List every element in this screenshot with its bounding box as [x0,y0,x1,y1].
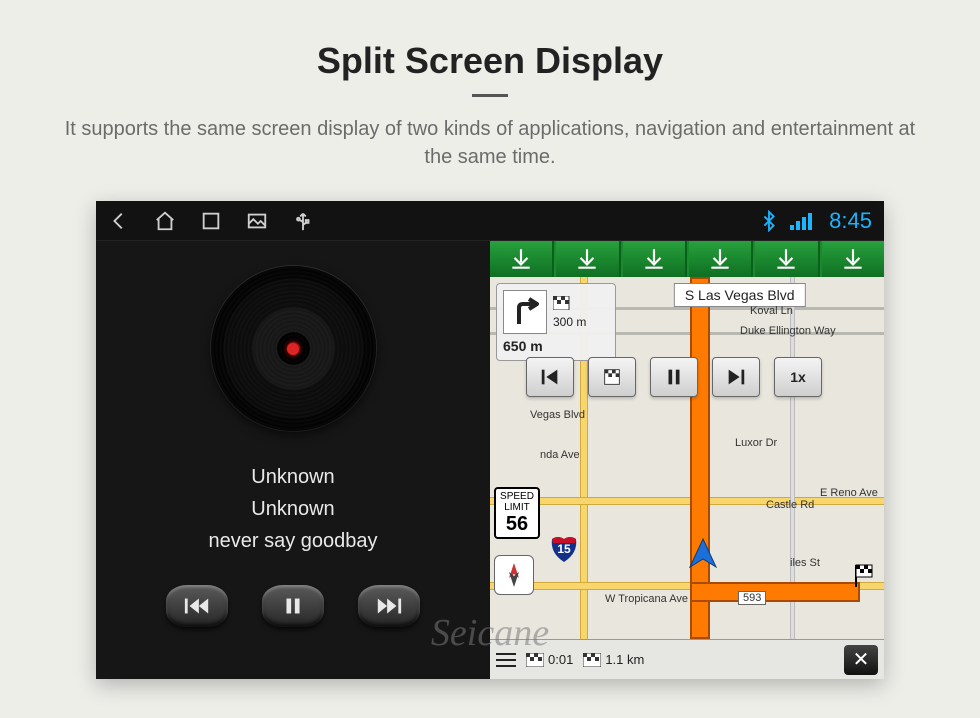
download-arrow-icon [822,241,884,277]
track-label: never say goodbay [208,525,377,557]
download-arrow-icon [490,241,554,277]
gallery-icon[interactable] [246,210,268,232]
page-subtitle: It supports the same screen display of t… [50,115,930,171]
pause-button[interactable] [262,585,324,627]
route-segment [690,582,860,602]
speed-limit-text: SPEED LIMIT [496,491,538,513]
compass-icon[interactable] [494,555,534,595]
download-arrow-icon [689,241,753,277]
sim-prev-button[interactable] [526,357,574,397]
music-panel: Unknown Unknown never say goodbay [96,241,490,679]
road-label: Vegas Blvd [530,409,585,421]
turn-card: 300 m 650 m [496,283,616,361]
current-street-label: S Las Vegas Blvd [674,283,806,307]
interstate-shield-icon: 15 [550,535,578,563]
next-button[interactable] [358,585,420,627]
download-indicator-bar [490,241,884,277]
recent-apps-icon[interactable] [200,210,222,232]
simulation-controls: 1x [526,357,822,397]
total-distance: 650 m [503,338,609,354]
road-label: nda Ave [540,449,580,461]
clock: 8:45 [822,208,872,234]
waypoint-flag-icon [553,296,571,310]
road-label: Koval Ln [750,305,793,317]
previous-button[interactable] [166,585,228,627]
music-controls [166,585,420,627]
gps-position-icon [686,537,720,571]
road-label: Castle Rd [766,499,814,511]
road-label: iles St [790,557,820,569]
usb-icon[interactable] [292,210,314,232]
road-number-label: 593 [738,591,766,605]
sim-speed-button[interactable]: 1x [774,357,822,397]
remaining-distance-label: 1.1 km [605,652,644,667]
road-label: Duke Ellington Way [740,325,836,337]
nav-bottom-bar: 0:01 1.1 km ✕ [490,639,884,679]
download-arrow-icon [556,241,620,277]
sim-next-button[interactable] [712,357,760,397]
device-frame: 8:45 Unknown Unknown never say goodbay [96,201,884,679]
eta-label: 0:01 [548,652,573,667]
home-icon[interactable] [154,210,176,232]
page-title: Split Screen Display [0,0,980,82]
segment-distance: 300 m [553,315,586,329]
track-metadata: Unknown Unknown never say goodbay [208,461,377,557]
signal-icon [790,212,812,230]
road-label: E Reno Ave [820,487,878,499]
album-art-disc [211,266,376,431]
split-container: Unknown Unknown never say goodbay [96,241,884,679]
sim-pause-button[interactable] [650,357,698,397]
bluetooth-icon [758,210,780,232]
download-arrow-icon [755,241,819,277]
artist-label: Unknown [208,461,377,493]
status-bar: 8:45 [96,201,884,241]
nav-menu-button[interactable] [496,652,516,668]
speed-limit-sign: SPEED LIMIT 56 [494,487,540,539]
map-canvas[interactable]: 300 m 650 m S Las Vegas Blvd 1x Koval Ln [490,277,884,679]
back-icon[interactable] [108,210,130,232]
sim-waypoint-button[interactable] [588,357,636,397]
title-underline [472,94,508,97]
remaining-flag-icon [583,653,601,667]
road-label: Luxor Dr [735,437,777,449]
turn-right-icon [503,290,547,334]
download-arrow-icon [623,241,687,277]
navigation-panel[interactable]: 300 m 650 m S Las Vegas Blvd 1x Koval Ln [490,241,884,679]
album-label: Unknown [208,493,377,525]
speed-limit-value: 56 [496,513,538,535]
nav-close-button[interactable]: ✕ [844,645,878,675]
road-label: W Tropicana Ave [605,593,688,605]
interstate-number: 15 [550,535,578,563]
destination-flag-icon [850,563,876,594]
eta-flag-icon [526,653,544,667]
